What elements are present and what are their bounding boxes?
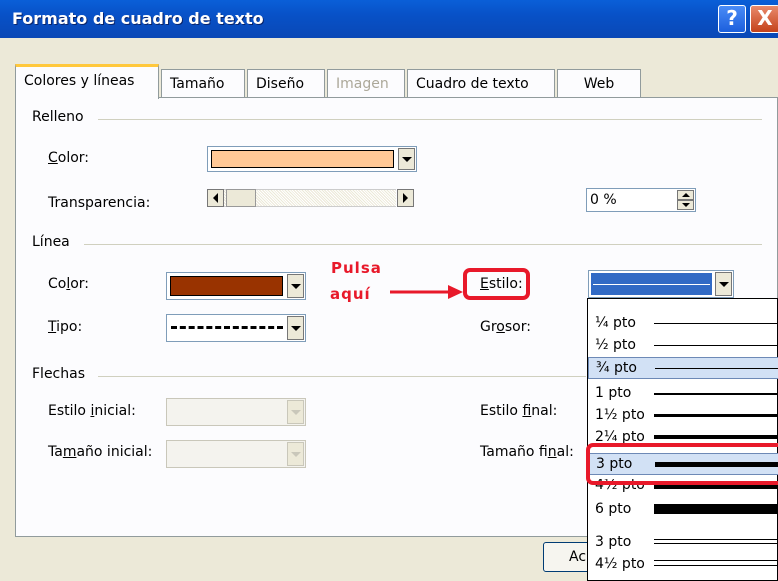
relleno-color-swatch (211, 150, 394, 168)
style-option[interactable]: 1½ pto (588, 405, 778, 427)
linea-heading: Línea (32, 234, 70, 250)
linea-color-combo[interactable] (166, 272, 306, 300)
style-option[interactable]: 4½ pto (588, 554, 778, 576)
chevron-down-icon[interactable] (287, 274, 304, 298)
estilo-highlight (463, 268, 530, 300)
tab-diseno[interactable]: Diseño (247, 69, 325, 97)
relleno-color-combo[interactable] (207, 146, 417, 172)
flechas-separator (98, 376, 586, 377)
relleno-separator (98, 119, 762, 120)
annotation-arrow-icon (390, 285, 463, 299)
title-bar: Formato de cuadro de texto ? X (0, 0, 778, 38)
style-option[interactable]: ¼ pto (588, 313, 778, 335)
tamano-inicial-combo (166, 440, 306, 468)
linea-color-swatch (170, 276, 283, 296)
window-title: Formato de cuadro de texto (12, 9, 264, 28)
help-icon: ? (726, 6, 738, 30)
grosor-3pto-highlight (586, 443, 778, 485)
grosor-label: Grosor: (480, 319, 531, 335)
chevron-down-icon (287, 400, 304, 424)
style-option[interactable]: ½ pto (588, 335, 778, 357)
tamano-inicial-label: Tamaño inicial: (48, 444, 153, 460)
style-option[interactable]: 1 pto (588, 383, 778, 405)
tab-colores-y-lineas[interactable]: Colores y líneas (15, 64, 159, 99)
estilo-combo[interactable] (588, 270, 734, 298)
linea-color-label: Color: (48, 276, 90, 292)
relleno-color-label: Color: (48, 150, 90, 166)
annotation-aqui: aquí (330, 285, 371, 303)
tab-imagen: Imagen (327, 69, 405, 97)
style-option[interactable]: 6 pto (588, 499, 778, 521)
dash-pattern (171, 326, 283, 329)
help-button[interactable]: ? (718, 5, 746, 33)
transparency-value-field[interactable]: 0 % (586, 188, 696, 212)
transparency-value: 0 % (590, 192, 617, 208)
estilo-dropdown-list[interactable]: ¼ pto ½ pto ¾ pto 1 pto 1½ pto 2¼ pto 3 … (587, 298, 778, 581)
style-option[interactable]: 3 pto (588, 532, 778, 554)
tipo-combo[interactable] (166, 314, 306, 342)
tamano-final-label: Tamaño final: (480, 444, 574, 460)
chevron-down-icon[interactable] (287, 316, 304, 340)
tipo-label: Tipo: (48, 319, 83, 335)
linea-separator (84, 244, 762, 245)
transparency-label: Transparencia: (48, 195, 151, 211)
estilo-final-label: Estilo final: (480, 403, 558, 419)
annotation-pulsa: Pulsa (331, 259, 382, 277)
relleno-heading: Relleno (32, 109, 84, 125)
spin-down-icon[interactable] (677, 200, 694, 210)
estilo-inicial-combo (166, 398, 306, 426)
scroll-right-icon[interactable] (397, 189, 414, 207)
transparency-thumb[interactable] (226, 189, 256, 207)
close-button[interactable]: X (750, 5, 778, 33)
close-icon: X (757, 6, 773, 30)
flechas-heading: Flechas (32, 366, 85, 382)
tab-cuadro-de-texto[interactable]: Cuadro de texto (407, 69, 555, 97)
style-option-selected[interactable]: ¾ pto (588, 357, 778, 379)
scroll-left-icon[interactable] (207, 189, 224, 207)
tab-web[interactable]: Web (557, 69, 641, 97)
chevron-down-icon[interactable] (715, 272, 732, 296)
estilo-inicial-label: Estilo inicial: (48, 403, 136, 419)
estilo-selected (591, 273, 712, 295)
tab-tamano[interactable]: Tamaño (161, 69, 245, 97)
spin-up-icon[interactable] (677, 190, 694, 200)
chevron-down-icon[interactable] (398, 148, 415, 170)
chevron-down-icon (287, 442, 304, 466)
